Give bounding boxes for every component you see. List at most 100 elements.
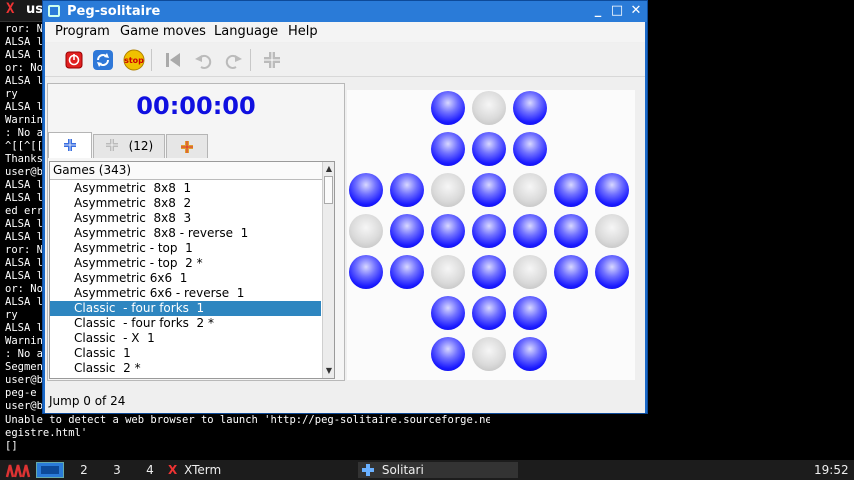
peg[interactable] <box>431 296 465 330</box>
stop-button[interactable]: stop <box>122 49 145 71</box>
peg[interactable] <box>431 337 465 371</box>
peg[interactable] <box>472 173 506 207</box>
terminal-line: ed err <box>5 205 43 217</box>
empty-hole[interactable] <box>431 173 465 207</box>
peg[interactable] <box>513 214 547 248</box>
undo-button[interactable] <box>193 49 215 71</box>
peg[interactable] <box>390 255 424 289</box>
list-item[interactable]: Asymmetric 6x6 1 <box>50 271 321 286</box>
terminal-line: ALSA l <box>5 257 43 269</box>
scroll-down-icon[interactable]: ▼ <box>323 365 335 377</box>
task-solitari[interactable]: Solitari <box>358 462 518 478</box>
list-item[interactable]: Asymmetric 8x8 3 <box>50 211 321 226</box>
list-item[interactable]: Asymmetric 8x8 2 <box>50 196 321 211</box>
list-item[interactable]: Classic - four forks 2 * <box>50 316 321 331</box>
first-move-button[interactable] <box>162 49 184 71</box>
empty-hole[interactable] <box>349 214 383 248</box>
empty-hole[interactable] <box>595 214 629 248</box>
scrollbar-thumb[interactable] <box>324 176 333 204</box>
menu-help[interactable]: Help <box>288 24 318 39</box>
peg[interactable] <box>513 132 547 166</box>
terminal-line: : No a <box>5 127 43 139</box>
board-select-button[interactable] <box>261 49 283 71</box>
quit-button[interactable] <box>63 49 85 71</box>
terminal-line: ror: N <box>5 23 43 35</box>
restart-button[interactable] <box>92 49 114 71</box>
refresh-icon <box>93 50 113 70</box>
empty-hole[interactable] <box>472 337 506 371</box>
terminal-line: egistre.html' <box>5 427 88 439</box>
list-item[interactable]: Classic - X 1 <box>50 331 321 346</box>
peg[interactable] <box>595 173 629 207</box>
tab-solutions[interactable]: (12) <box>93 134 165 158</box>
terminal-line: or: No <box>5 283 43 295</box>
peg[interactable] <box>431 91 465 125</box>
workspace-1[interactable] <box>36 462 64 478</box>
peg[interactable] <box>349 255 383 289</box>
list-item[interactable]: Asymmetric 8x8 - reverse 1 <box>50 226 321 241</box>
terminal-line: ALSA l <box>5 75 43 87</box>
terminal-line: ALSA l <box>5 179 43 191</box>
peg[interactable] <box>513 296 547 330</box>
board-gray-icon <box>264 52 280 68</box>
menu-language[interactable]: Language <box>214 24 278 39</box>
games-list[interactable]: Games (343) Asymmetric 8x8 1 Asymmetric 8… <box>49 161 335 379</box>
peg[interactable] <box>554 255 588 289</box>
peg[interactable] <box>472 255 506 289</box>
workspace-4[interactable]: 4 <box>136 462 164 478</box>
peg[interactable] <box>431 132 465 166</box>
task-xterm[interactable]: X XTerm <box>168 462 221 478</box>
empty-hole[interactable] <box>513 173 547 207</box>
xterm-icon: X <box>168 463 178 477</box>
undo-icon <box>195 54 212 69</box>
toolbar-separator <box>151 49 152 71</box>
list-item[interactable]: Asymmetric - top 1 <box>50 241 321 256</box>
task-solitari-label: Solitari <box>381 463 424 477</box>
list-item[interactable]: Classic 2 * <box>50 361 321 376</box>
peg[interactable] <box>472 214 506 248</box>
peg[interactable] <box>349 173 383 207</box>
list-item[interactable]: Asymmetric 6x6 - reverse 1 <box>50 286 321 301</box>
empty-hole[interactable] <box>513 255 547 289</box>
list-item[interactable]: Asymmetric - top 2 * <box>50 256 321 271</box>
terminal-line: ry <box>5 88 18 100</box>
terminal-line: ror: N <box>5 244 43 256</box>
empty-hole[interactable] <box>431 255 465 289</box>
peg[interactable] <box>513 91 547 125</box>
menu-program[interactable]: Program <box>55 24 110 39</box>
peg[interactable] <box>472 132 506 166</box>
peg[interactable] <box>554 214 588 248</box>
minimize-button[interactable]: _ <box>589 3 607 20</box>
list-item[interactable]: Classic 1 <box>50 346 321 361</box>
games-scrollbar[interactable]: ▲ ▼ <box>322 162 334 378</box>
maximize-button[interactable]: □ <box>608 3 626 20</box>
peg[interactable] <box>390 173 424 207</box>
peg[interactable] <box>513 337 547 371</box>
terminal-line: ALSA l <box>5 192 43 204</box>
start-menu-icon[interactable] <box>4 461 34 479</box>
workspace-2[interactable]: 2 <box>70 462 98 478</box>
empty-hole[interactable] <box>472 91 506 125</box>
tab-custom[interactable] <box>166 134 208 158</box>
clock: 19:52 <box>814 463 849 477</box>
games-list-header[interactable]: Games (343) <box>50 162 322 180</box>
list-item[interactable]: Asymmetric 8x8 1 <box>50 181 321 196</box>
workspace-3[interactable]: 3 <box>103 462 131 478</box>
tab-board[interactable] <box>48 132 92 158</box>
scroll-up-icon[interactable]: ▲ <box>323 163 335 175</box>
terminal-line: user@b <box>5 166 43 178</box>
peg[interactable] <box>554 173 588 207</box>
terminal-line: ALSA l <box>5 36 43 48</box>
peg[interactable] <box>595 255 629 289</box>
board-icon <box>64 139 76 151</box>
terminal-line: or: No <box>5 62 43 74</box>
window-titlebar[interactable]: Peg-solitaire _ □ ✕ <box>43 1 647 22</box>
close-button[interactable]: ✕ <box>627 3 645 20</box>
peg[interactable] <box>472 296 506 330</box>
peg[interactable] <box>431 214 465 248</box>
redo-button[interactable] <box>222 49 244 71</box>
menu-game-moves[interactable]: Game moves <box>120 24 206 39</box>
peg[interactable] <box>390 214 424 248</box>
list-item-selected[interactable]: Classic - four forks 1 <box>50 301 321 316</box>
game-board[interactable] <box>347 90 635 380</box>
